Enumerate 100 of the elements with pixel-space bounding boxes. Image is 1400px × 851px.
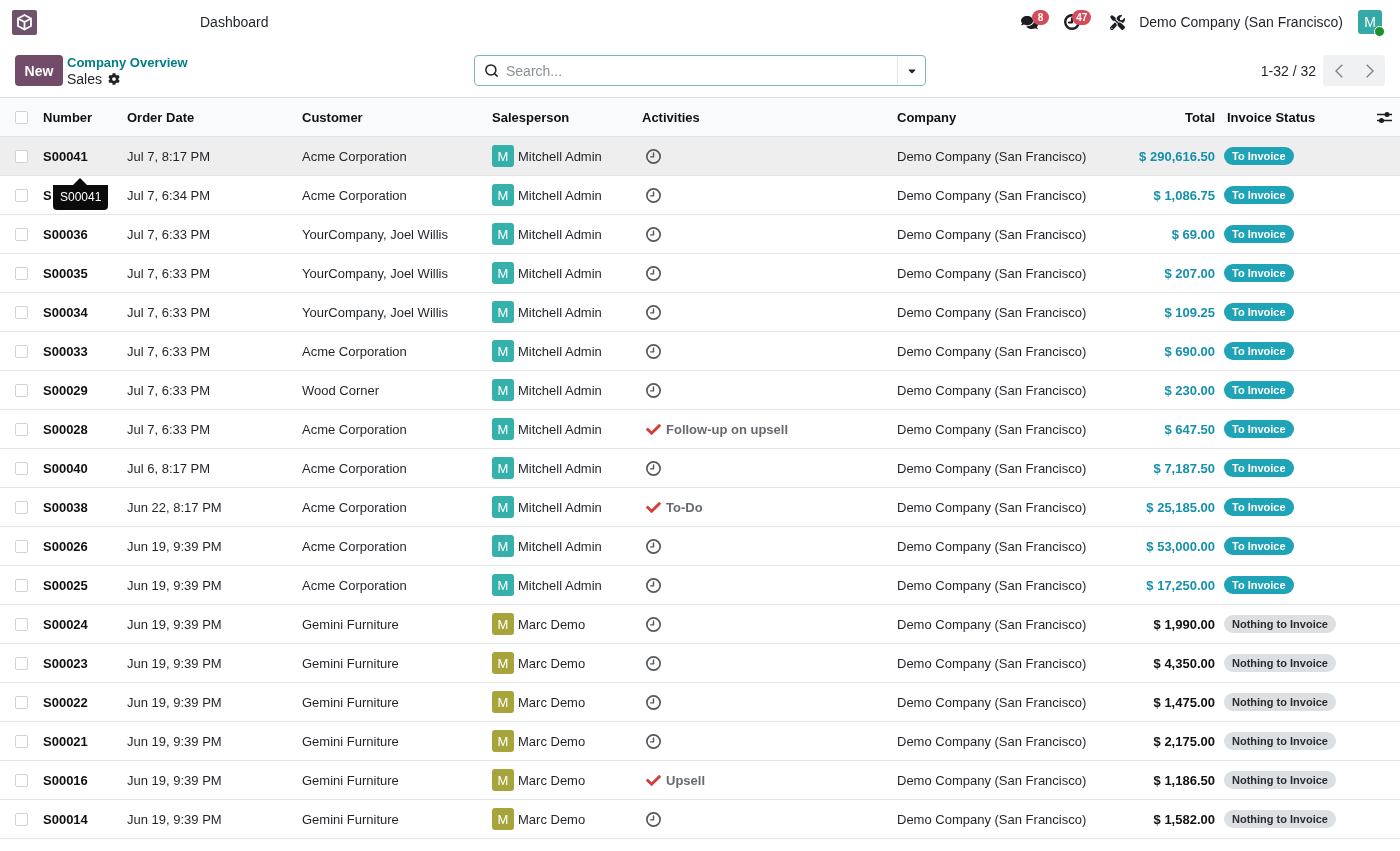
invoice-status-badge: To Invoice [1224,147,1294,165]
salesperson-name: Mitchell Admin [518,226,602,242]
tools-icon [1110,14,1126,30]
order-number: S00023 [43,655,88,671]
salesperson-name: Mitchell Admin [518,148,602,164]
search-input[interactable]: Search... [506,56,897,85]
activity-button[interactable] [646,694,661,710]
activity-button[interactable] [646,460,661,476]
row-checkbox[interactable] [15,773,28,787]
row-checkbox[interactable] [15,227,28,241]
column-header[interactable]: Activities [642,109,700,125]
salesperson-avatar: M [492,457,514,479]
company-name: Demo Company (San Francisco) [897,811,1087,827]
activity-button[interactable] [646,148,661,164]
pager-value[interactable]: 1-32 / 32 [1260,62,1316,79]
activity-button[interactable]: Upsell [646,772,705,788]
customer-name: YourCompany, Joel Willis [302,226,448,242]
menu-item[interactable]: Dashboard [200,14,269,30]
row-checkbox[interactable] [15,461,28,475]
row-checkbox[interactable] [15,149,28,163]
optional-columns-button[interactable] [1377,110,1392,124]
invoice-status-badge: To Invoice [1224,498,1294,516]
column-header[interactable]: Customer [302,109,363,125]
customer-name: Acme Corporation [302,421,407,437]
order-total: $ 7,187.50 [1153,460,1215,476]
app-logo-icon[interactable] [12,9,37,35]
column-header[interactable]: Salesperson [492,109,570,125]
activity-button[interactable] [646,187,661,203]
order-number: S00016 [43,772,88,788]
column-header[interactable]: Order Date [127,109,195,125]
page-title: Sales [67,70,103,87]
row-checkbox[interactable] [15,695,28,709]
customer-name: Gemini Furniture [302,811,399,827]
invoice-status-badge: Nothing to Invoice [1224,732,1336,750]
row-checkbox[interactable] [15,344,28,358]
salesperson-name: Mitchell Admin [518,304,602,320]
activity-button[interactable]: Follow-up on upsell [646,421,789,437]
column-header[interactable]: Invoice Status [1227,109,1316,125]
row-checkbox[interactable] [15,422,28,436]
activity-button[interactable]: To-Do [646,499,703,515]
row-checkbox[interactable] [15,539,28,553]
clock-icon [646,655,661,671]
row-checkbox[interactable] [15,266,28,280]
order-date: Jun 19, 9:39 PM [127,733,222,749]
settings-button[interactable] [108,72,121,85]
company-name: Demo Company (San Francisco) [897,460,1087,476]
invoice-status-badge: To Invoice [1224,264,1294,282]
salesperson-name: Mitchell Admin [518,265,602,281]
salesperson-name: Mitchell Admin [518,421,602,437]
row-checkbox[interactable] [15,188,28,202]
breadcrumb-link[interactable]: Company Overview [67,54,188,71]
invoice-status-badge: Nothing to Invoice [1224,810,1336,828]
order-number: S00038 [43,499,88,515]
row-checkbox[interactable] [15,617,28,631]
select-all-checkbox[interactable] [15,110,28,124]
activity-button[interactable] [646,616,661,632]
activity-button[interactable] [646,382,661,398]
activity-button[interactable] [646,577,661,593]
row-checkbox[interactable] [15,578,28,592]
next-page-button[interactable] [1354,55,1385,86]
activity-button[interactable] [646,811,661,827]
salesperson-name: Mitchell Admin [518,499,602,515]
row-checkbox[interactable] [15,305,28,319]
customer-name: Gemini Furniture [302,772,399,788]
row-checkbox[interactable] [15,656,28,670]
search-icon [484,63,499,78]
activity-button[interactable] [646,343,661,359]
column-header[interactable]: Number [43,109,93,125]
order-number: S00036 [43,226,88,242]
column-header[interactable]: Total [1184,109,1215,125]
activity-button[interactable] [646,304,661,320]
company-name: Demo Company (San Francisco) [897,265,1087,281]
company-switcher[interactable]: Demo Company (San Francisco) [1139,14,1343,30]
order-number: S00021 [43,733,88,749]
previous-page-button[interactable] [1323,55,1354,86]
clock-icon [646,733,661,749]
activity-button[interactable] [646,538,661,554]
invoice-status-badge: To Invoice [1224,381,1294,399]
company-name: Demo Company (San Francisco) [897,187,1087,203]
clock-icon [646,265,661,281]
activity-button[interactable] [646,226,661,242]
salesperson-avatar: M [492,496,514,518]
row-checkbox[interactable] [15,500,28,514]
order-date: Jul 7, 6:33 PM [127,265,211,281]
activity-button[interactable] [646,655,661,671]
search-field[interactable]: Search... [474,55,926,86]
row-checkbox[interactable] [15,812,28,826]
order-date: Jun 19, 9:39 PM [127,694,222,710]
activity-button[interactable] [646,265,661,281]
tooltip: S00041 [53,178,109,210]
activity-button[interactable] [646,733,661,749]
column-header[interactable]: Company [897,109,957,125]
row-checkbox[interactable] [15,383,28,397]
clock-icon [646,187,661,203]
salesperson-name: Marc Demo [518,616,586,632]
row-checkbox[interactable] [15,734,28,748]
salesperson-avatar: M [492,262,514,284]
customer-name: Gemini Furniture [302,655,399,671]
order-number: S00041 [43,148,88,164]
new-button[interactable]: New [15,55,63,86]
